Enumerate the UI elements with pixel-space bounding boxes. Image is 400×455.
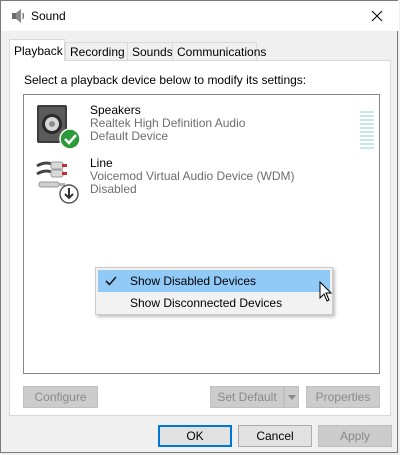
device-line[interactable]: Line Voicemod Virtual Audio Device (WDM)… (33, 156, 373, 206)
tab-communications[interactable]: Communications (172, 42, 266, 60)
tab-sounds[interactable]: Sounds (127, 42, 173, 60)
volume-level-meter (360, 111, 374, 151)
menu-item-show-disconnected-devices[interactable]: Show Disconnected Devices (98, 292, 330, 314)
configure-button[interactable]: Configure (23, 386, 98, 408)
speaker-icon (12, 9, 25, 23)
close-icon (371, 10, 383, 22)
speakers-icon (37, 105, 81, 150)
default-check-icon (59, 128, 81, 150)
window-title: Sound (31, 9, 66, 23)
ok-button[interactable]: OK (158, 425, 232, 447)
tab-playback[interactable]: Playback (9, 39, 65, 61)
close-button[interactable] (355, 1, 399, 31)
device-status: Disabled (90, 182, 137, 196)
playback-panel: Select a playback device below to modify… (9, 60, 391, 416)
properties-button[interactable]: Properties (306, 386, 380, 408)
set-default-dropdown[interactable] (284, 386, 299, 408)
set-default-button[interactable]: Set Default (210, 386, 284, 408)
device-status: Default Device (90, 129, 169, 143)
menu-item-label: Show Disabled Devices (130, 274, 257, 288)
device-name: Speakers (90, 103, 141, 117)
chevron-down-icon (287, 394, 296, 400)
menu-item-label: Show Disconnected Devices (130, 296, 283, 310)
sound-dialog: Sound Playback Recording Sounds Communic… (0, 0, 399, 453)
device-speakers[interactable]: Speakers Realtek High Definition Audio D… (33, 103, 374, 153)
instruction-text: Select a playback device below to modify… (24, 73, 307, 87)
title-bar[interactable]: Sound (1, 1, 399, 31)
apply-button[interactable]: Apply (318, 425, 392, 447)
tab-recording[interactable]: Recording (65, 42, 128, 60)
cancel-button[interactable]: Cancel (238, 425, 312, 447)
checkmark-icon (105, 276, 117, 286)
mouse-pointer-icon (319, 281, 333, 302)
line-cable-icon (36, 161, 79, 204)
device-description: Voicemod Virtual Audio Device (WDM) (90, 169, 295, 183)
menu-item-show-disabled-devices[interactable]: Show Disabled Devices (98, 270, 330, 292)
device-name: Line (90, 156, 113, 170)
device-description: Realtek High Definition Audio (90, 116, 246, 130)
context-menu: Show Disabled Devices Show Disconnected … (95, 267, 333, 315)
device-list[interactable]: Speakers Realtek High Definition Audio D… (23, 94, 380, 374)
